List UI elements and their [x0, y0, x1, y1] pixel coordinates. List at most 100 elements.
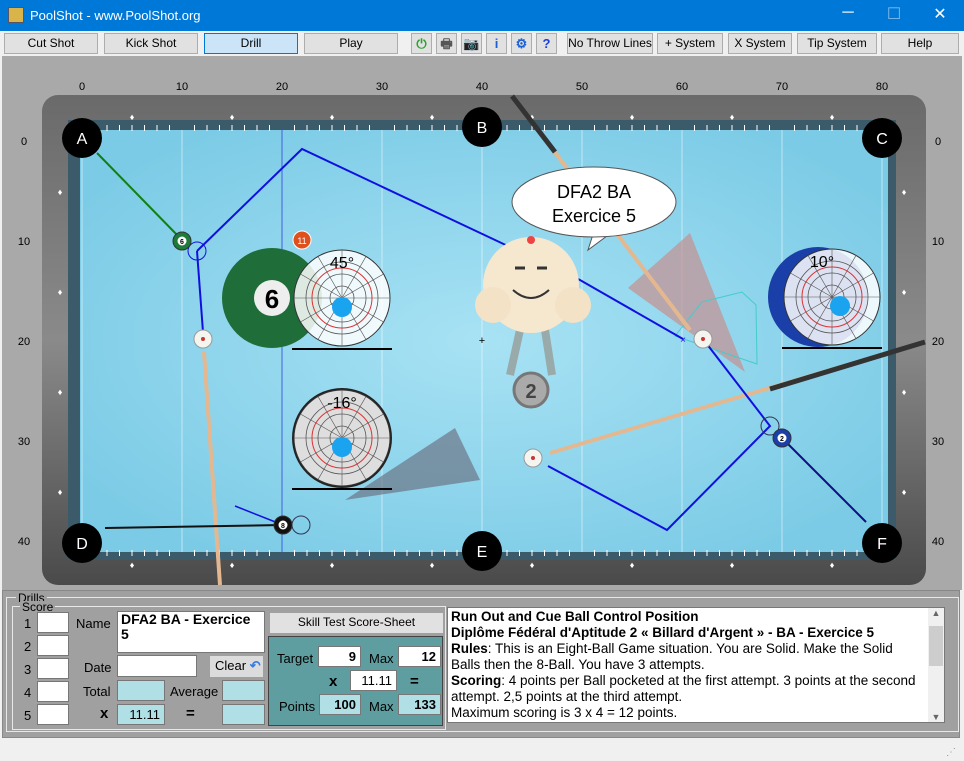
cue-tip-marker[interactable]: [332, 437, 352, 457]
help-button[interactable]: Help: [881, 33, 959, 54]
maximize-button[interactable]: ☐: [874, 4, 914, 26]
status-bar: ⋰: [2, 738, 960, 759]
pocket-label: A: [77, 131, 88, 148]
rail-tick: [306, 550, 308, 556]
rail-tick: [394, 550, 395, 556]
app-icon: [8, 7, 24, 23]
diamond-icon: ♦: [130, 112, 135, 122]
rail-tick: [294, 125, 295, 131]
score-attempt-field[interactable]: [37, 612, 69, 633]
rail-tick: [531, 550, 533, 556]
power-icon[interactable]: ⏻: [411, 33, 432, 54]
tip-system-button[interactable]: Tip System: [797, 33, 877, 54]
rail-tick: [794, 125, 795, 131]
rail-tick: [156, 125, 158, 131]
max-label: Max: [369, 651, 394, 666]
kick-shot-button[interactable]: Kick Shot: [104, 33, 198, 54]
angle-label: 45°: [330, 255, 354, 272]
rail-tick: [706, 125, 708, 131]
scoring-label: Scoring: [451, 673, 502, 688]
rail-tick: [419, 125, 420, 131]
info-icon[interactable]: i: [486, 33, 507, 54]
score-attempt-field[interactable]: [37, 635, 69, 656]
drill-button[interactable]: Drill: [204, 33, 298, 54]
name-field[interactable]: DFA2 BA - Exercice 5: [117, 611, 265, 653]
rail-tick: [831, 125, 833, 131]
rail-tick: [619, 125, 620, 131]
printer-icon[interactable]: 🖶: [436, 33, 457, 54]
rail-tick: [219, 125, 220, 131]
description-subtitle: Diplôme Fédéral d'Aptitude 2 « Billard d…: [451, 625, 875, 640]
rail-tick: [231, 125, 233, 131]
rail-tick: [419, 550, 420, 556]
rail-tick: [644, 125, 645, 131]
rail-tick: [456, 550, 458, 556]
x-system-button[interactable]: X System: [728, 33, 792, 54]
rail-tick: [556, 125, 558, 131]
equals-sign: =: [186, 705, 195, 722]
pocket-label: E: [477, 544, 488, 561]
close-button[interactable]: ✕: [920, 4, 960, 26]
y-tick-label: 30: [18, 436, 30, 448]
max-field[interactable]: 12: [398, 646, 441, 667]
rail-tick: [844, 550, 845, 556]
rail-tick: [244, 550, 245, 556]
score-attempt-field[interactable]: [37, 658, 69, 679]
date-field[interactable]: [117, 655, 197, 677]
rail-tick: [406, 550, 408, 556]
resize-grip-icon[interactable]: ⋰: [946, 747, 956, 758]
pool-table[interactable]: 0 10 20 30 40 50 60 70 80 0 0 10 10 20 20 30 30 40 40 ♦ ♦ ♦ ♦ ♦…: [2, 56, 962, 590]
diamond-icon: ♦: [58, 387, 63, 397]
cue-tip-marker[interactable]: [830, 296, 850, 316]
rail-tick: [431, 125, 433, 131]
score-attempt-field[interactable]: [37, 704, 69, 725]
clear-button[interactable]: Clear ↶: [210, 656, 263, 677]
multiplier-input[interactable]: 11.11: [350, 670, 397, 691]
rail-tick: [606, 550, 608, 556]
rail-tick: [619, 550, 620, 556]
score-row-label: 2: [24, 639, 32, 654]
table-area[interactable]: 0 10 20 30 40 50 60 70 80 0 0 10 10 20 20 30 30 40 40 ♦ ♦ ♦ ♦ ♦…: [2, 56, 962, 590]
cut-shot-button[interactable]: Cut Shot: [4, 33, 98, 54]
description-scrollbar[interactable]: ▲ ▼: [928, 608, 944, 722]
rail-tick: [169, 125, 170, 131]
scrollbar-thumb[interactable]: [929, 626, 943, 666]
rail-tick: [744, 550, 745, 556]
rules-body: : This is an Eight-Ball Game situation. …: [451, 641, 893, 672]
diamond-icon: ♦: [430, 112, 435, 122]
score-sheet-button[interactable]: Skill Test Score-Sheet: [270, 613, 443, 633]
target-field[interactable]: 9: [318, 646, 361, 667]
diamond-icon: ♦: [58, 287, 63, 297]
x-tick-label: 40: [476, 81, 488, 93]
rail-tick: [444, 550, 445, 556]
title-bar: PoolShot - www.PoolShot.org ─ ☐ ✕: [0, 0, 964, 31]
multiply-sign: x: [329, 673, 338, 690]
rail-tick: [331, 125, 333, 131]
minimize-button[interactable]: ─: [828, 4, 868, 26]
y-tick-label: 30: [932, 436, 944, 448]
rail-tick: [656, 550, 658, 556]
no-throw-lines-button[interactable]: No Throw Lines: [567, 33, 653, 54]
play-button[interactable]: Play: [304, 33, 398, 54]
rail-tick: [131, 550, 133, 556]
y-tick-label: 0: [21, 136, 27, 148]
plus-system-button[interactable]: + System: [657, 33, 723, 54]
score-attempt-field[interactable]: [37, 681, 69, 702]
rail-tick: [119, 550, 120, 556]
diamond-icon: ♦: [630, 112, 635, 122]
rail-tick: [544, 125, 545, 131]
camera-icon[interactable]: 📷: [461, 33, 482, 54]
x-tick-label: 0: [79, 81, 85, 93]
rail-tick: [144, 550, 145, 556]
rail-tick: [406, 125, 408, 131]
rail-tick: [769, 125, 770, 131]
points-max-label: Max: [369, 699, 394, 714]
gear-icon[interactable]: ⚙: [511, 33, 532, 54]
help-doc-icon[interactable]: ?: [536, 33, 557, 54]
y-tick-label: 40: [932, 536, 944, 548]
rail-tick: [106, 550, 108, 556]
rail-tick: [569, 550, 570, 556]
cue-tip-marker[interactable]: [332, 297, 352, 317]
rail-tick: [694, 125, 695, 131]
rail-tick: [769, 550, 770, 556]
